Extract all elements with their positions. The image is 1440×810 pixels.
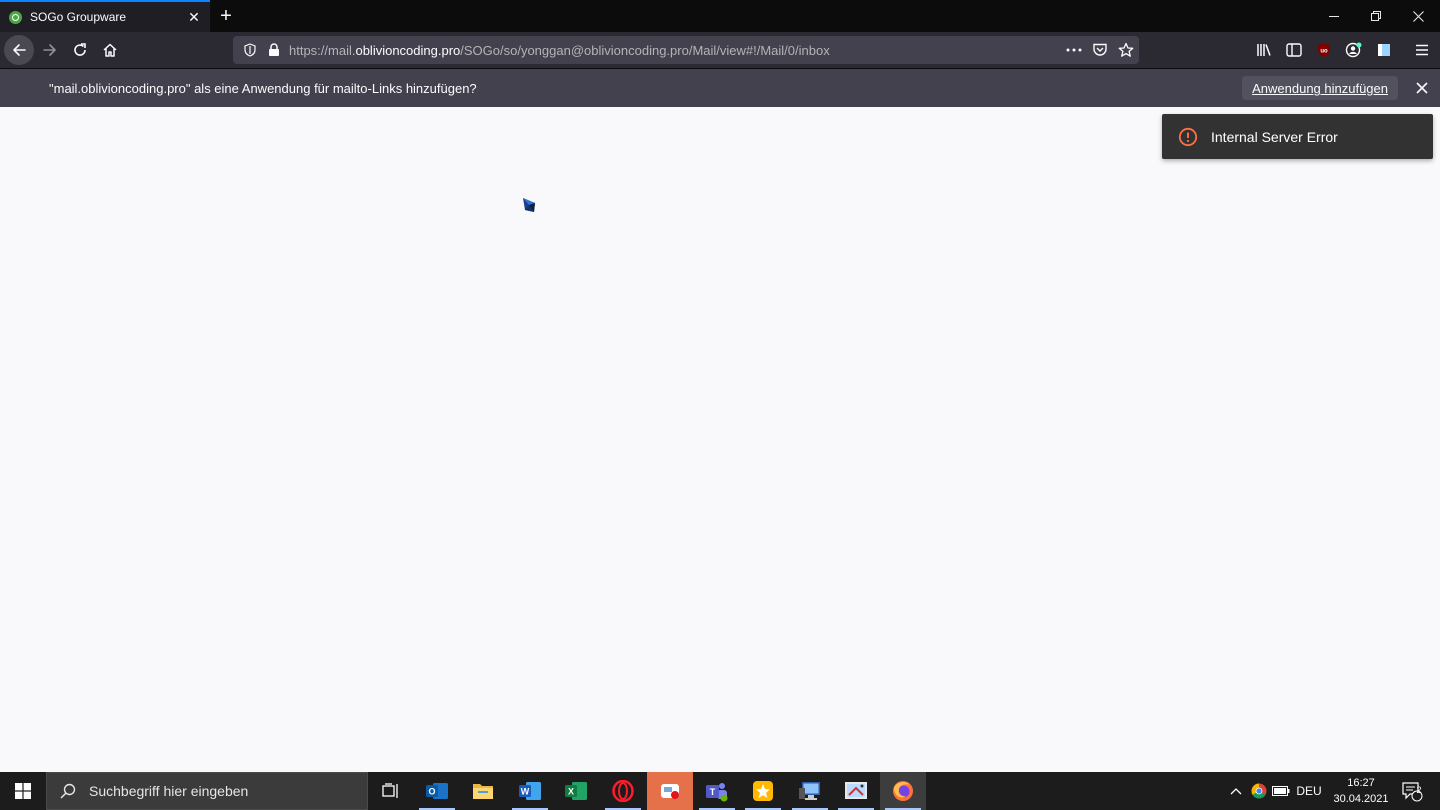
battery-icon <box>1272 786 1290 796</box>
toast-message: Internal Server Error <box>1211 128 1338 145</box>
nav-toolbar: https://mail.oblivioncoding.pro/SOGo/so/… <box>0 32 1440 68</box>
action-center-button[interactable]: 2 <box>1396 772 1428 810</box>
taskbar-word[interactable]: W <box>507 772 553 810</box>
library-icon[interactable] <box>1250 36 1278 64</box>
restore-icon <box>1370 10 1381 21</box>
tray-clock[interactable]: 16:27 30.04.2021 <box>1322 775 1400 807</box>
url-path: /SOGo/so/yonggan@oblivioncoding.pro/Mail… <box>460 42 830 58</box>
app-menu-icon[interactable] <box>1408 36 1436 64</box>
star-app-icon <box>753 781 773 801</box>
svg-text:T: T <box>710 787 716 797</box>
window-close-icon <box>1412 10 1424 22</box>
sidebar-toggle-icon[interactable] <box>1280 36 1308 64</box>
excel-icon: X <box>565 782 587 800</box>
tab-title: SOGo Groupware <box>30 10 127 24</box>
error-toast: Internal Server Error <box>1162 114 1433 159</box>
tab-strip: SOGo Groupware ✕ + <box>0 0 1440 32</box>
new-tab-button[interactable]: + <box>214 4 238 28</box>
tray-language[interactable]: DEU <box>1294 772 1324 810</box>
task-view-button[interactable] <box>368 772 414 810</box>
svg-text:W: W <box>521 787 530 797</box>
tab-close-icon[interactable]: ✕ <box>184 7 204 27</box>
clock-date: 30.04.2021 <box>1333 793 1389 805</box>
windows-logo-icon <box>15 783 31 799</box>
taskbar-firefox[interactable] <box>880 772 926 810</box>
outlook-icon: O <box>426 783 448 799</box>
svg-text:O: O <box>428 787 435 797</box>
chrome-icon <box>1251 783 1267 799</box>
search-icon <box>60 783 76 799</box>
url-prefix: https://mail. <box>289 42 356 58</box>
mailto-handler-notification: "mail.oblivioncoding.pro" als eine Anwen… <box>0 68 1440 107</box>
add-application-button[interactable]: Anwendung hinzufügen <box>1242 76 1398 100</box>
restore-button[interactable] <box>1355 0 1397 32</box>
forward-arrow-icon <box>43 44 56 56</box>
url-text[interactable]: https://mail.oblivioncoding.pro/SOGo/so/… <box>289 43 1061 58</box>
taskbar-opera[interactable] <box>600 772 646 810</box>
loading-cursor-icon <box>523 198 535 212</box>
remote-desktop-icon <box>799 782 820 800</box>
windows-taskbar: Suchbegriff hier eingeben O W X T DEU 16… <box>0 772 1440 810</box>
extension-icon[interactable] <box>1370 36 1398 64</box>
snipping-tool-icon <box>845 782 867 799</box>
account-icon[interactable] <box>1340 36 1368 64</box>
folder-icon <box>473 784 493 799</box>
taskbar-video-editor[interactable] <box>647 772 693 810</box>
taskbar-file-explorer[interactable] <box>460 772 506 810</box>
page-actions-more-icon[interactable] <box>1061 38 1087 62</box>
reload-button[interactable] <box>66 36 94 64</box>
error-icon <box>1178 127 1198 146</box>
taskbar-search-box[interactable]: Suchbegriff hier eingeben <box>46 772 368 810</box>
taskbar-snipping-tool[interactable] <box>833 772 879 810</box>
search-placeholder: Suchbegriff hier eingeben <box>89 783 249 799</box>
pocket-icon[interactable] <box>1087 38 1113 62</box>
notification-close-icon[interactable] <box>1410 76 1434 100</box>
forward-button[interactable] <box>36 36 64 64</box>
firefox-icon <box>893 781 913 801</box>
svg-text:X: X <box>568 787 574 797</box>
clock-time: 16:27 <box>1347 777 1375 789</box>
back-arrow-icon <box>13 44 26 56</box>
back-button[interactable] <box>4 35 34 65</box>
tray-battery[interactable] <box>1270 772 1292 810</box>
svg-text:uo: uo <box>1320 49 1328 55</box>
tab-sogo[interactable]: SOGo Groupware ✕ <box>0 0 210 32</box>
taskbar-excel[interactable]: X <box>553 772 599 810</box>
minimize-button[interactable] <box>1313 0 1355 32</box>
minimize-icon <box>1328 15 1339 17</box>
page-content <box>0 107 1440 772</box>
home-icon <box>103 43 117 57</box>
opera-icon <box>612 780 634 802</box>
url-host: oblivioncoding.pro <box>355 42 461 58</box>
chevron-up-icon <box>1230 788 1242 795</box>
taskbar-outlook[interactable]: O <box>414 772 460 810</box>
taskbar-remote-desktop[interactable] <box>787 772 833 810</box>
notification-message: "mail.oblivioncoding.pro" als eine Anwen… <box>49 80 477 96</box>
sogo-favicon-icon <box>9 10 22 24</box>
show-hidden-icons-button[interactable] <box>1224 772 1248 810</box>
ublock-origin-icon[interactable]: uo <box>1310 36 1338 64</box>
home-button[interactable] <box>96 36 124 64</box>
start-button[interactable] <box>0 772 46 810</box>
bookmark-star-icon[interactable] <box>1113 38 1139 62</box>
video-editor-icon <box>661 784 679 799</box>
tray-chrome[interactable] <box>1248 772 1270 810</box>
taskbar-teams[interactable]: T <box>694 772 740 810</box>
tracking-protection-shield-icon[interactable] <box>241 41 259 59</box>
reload-icon <box>74 43 86 56</box>
teams-icon: T <box>706 783 728 802</box>
window-close-button[interactable] <box>1397 0 1439 32</box>
url-bar[interactable]: https://mail.oblivioncoding.pro/SOGo/so/… <box>233 36 1139 64</box>
lock-icon[interactable] <box>265 41 283 59</box>
task-view-icon <box>382 783 398 798</box>
notification-count-badge: 2 <box>1416 785 1422 795</box>
taskbar-sticky-app[interactable] <box>740 772 786 810</box>
add-application-label: Anwendung hinzufügen <box>1252 80 1388 96</box>
word-icon: W <box>519 782 541 800</box>
